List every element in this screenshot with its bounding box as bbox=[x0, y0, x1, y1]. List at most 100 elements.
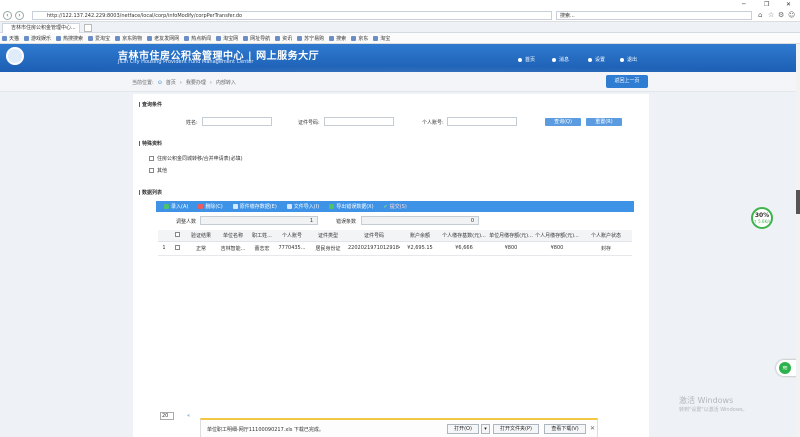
settings-icon bbox=[588, 57, 592, 62]
minimize-icon[interactable]: ─ bbox=[742, 1, 746, 8]
pagination: 20 « bbox=[160, 412, 190, 420]
back-button[interactable]: 返回上一页 bbox=[606, 75, 648, 88]
download-message: 单位职工明细-网厅11100090217.xls 下载已完成。 bbox=[207, 427, 324, 433]
browser-search-input[interactable]: 搜索... bbox=[556, 11, 752, 20]
favorite-item[interactable]: 游戏娱乐 bbox=[24, 35, 51, 42]
cell-account-status: 封存 bbox=[580, 241, 632, 256]
favorite-item[interactable]: 天猫 bbox=[2, 35, 19, 42]
maximize-icon[interactable]: ❐ bbox=[764, 1, 769, 8]
favorite-item[interactable]: 京东 bbox=[351, 35, 368, 42]
table-icon bbox=[232, 204, 238, 209]
url-input[interactable]: http://122.137.242.229:8003/netface/loca… bbox=[32, 11, 552, 20]
content-panel bbox=[133, 94, 649, 437]
windows-activation-hint: 转到"设置"以激活 Windows。 bbox=[679, 407, 748, 413]
close-download-icon[interactable]: ✕ bbox=[590, 425, 595, 432]
material-item[interactable]: 住房公积金同城转移/合并申请表(必填) bbox=[149, 155, 243, 162]
table-row[interactable]: 1 正常 吉林智能... 蕾志宏 7770435... 居民身份证 220202… bbox=[158, 241, 632, 256]
cell-employee-name: 蕾志宏 bbox=[248, 241, 276, 256]
open-folder-button[interactable]: 打开文件夹(P) bbox=[493, 424, 539, 434]
favorite-item[interactable]: 淘宝网 bbox=[216, 35, 238, 42]
open-button[interactable]: 打开(O) bbox=[447, 424, 479, 434]
material-checkbox[interactable] bbox=[149, 168, 154, 173]
favorite-item[interactable]: 淘宝 bbox=[373, 35, 390, 42]
favorites-star-icon[interactable]: ☆ bbox=[768, 11, 774, 19]
home-icon[interactable]: ⌂ bbox=[758, 11, 762, 19]
search-button[interactable]: 查询(Q) bbox=[545, 118, 581, 126]
nav-settings[interactable]: 设置 bbox=[588, 56, 605, 63]
favorite-item[interactable]: 热搜搜索 bbox=[56, 35, 83, 42]
location-icon: ⊙ bbox=[157, 79, 162, 86]
cell-base: ¥6,666 bbox=[440, 241, 488, 256]
favorite-item[interactable]: 老友发网网 bbox=[147, 35, 179, 42]
bookmark-icon bbox=[24, 35, 30, 41]
first-page-icon[interactable]: « bbox=[187, 413, 190, 419]
column-header[interactable]: 账户余额 bbox=[400, 230, 440, 242]
favorite-item[interactable]: 京东购物 bbox=[115, 35, 142, 42]
column-header-select[interactable] bbox=[170, 230, 184, 242]
column-header[interactable]: 证件类型 bbox=[308, 230, 348, 242]
new-tab-icon[interactable] bbox=[84, 24, 92, 32]
delete-button[interactable]: 删除(C) bbox=[198, 203, 223, 210]
message-icon bbox=[552, 57, 556, 62]
page-size-select[interactable]: 20 bbox=[160, 412, 174, 420]
reset-button[interactable]: 重置(R) bbox=[586, 118, 622, 126]
breadcrumb-home[interactable]: 首页 bbox=[166, 79, 176, 86]
original-data-button[interactable]: 原件缴存数据(E) bbox=[232, 203, 277, 210]
favorite-item[interactable]: 资讯 bbox=[275, 35, 292, 42]
id-number-label: 证件号码: bbox=[298, 120, 320, 126]
materials-section-title: 特殊资料 bbox=[139, 140, 162, 147]
name-input[interactable] bbox=[202, 117, 272, 126]
download-notification-bar: 单位职工明细-网厅11100090217.xls 下载已完成。 打开(O) ▾ … bbox=[200, 418, 598, 437]
column-header[interactable]: 验证结果 bbox=[184, 230, 218, 242]
network-speed-widget[interactable]: 30% ↑ 5.6K/s bbox=[751, 207, 773, 229]
row-select[interactable] bbox=[170, 241, 184, 256]
nav-messages[interactable]: 消息 bbox=[552, 56, 569, 63]
bookmark-icon bbox=[184, 35, 190, 41]
column-header[interactable]: 个人缴存基数(元)... bbox=[440, 230, 488, 242]
scrollbar-thumb[interactable] bbox=[796, 190, 800, 214]
smiley-icon[interactable]: ☺ bbox=[788, 11, 795, 19]
close-icon[interactable]: ✕ bbox=[786, 1, 791, 8]
favorite-item[interactable]: 爱淘宝 bbox=[88, 35, 110, 42]
browser-tab[interactable]: 吉林市住房公积金管理中心... bbox=[2, 23, 80, 33]
column-header[interactable]: 个人月缴存额(元)... bbox=[534, 230, 580, 242]
file-import-button[interactable]: 文件导入(I) bbox=[286, 203, 319, 210]
column-header bbox=[158, 230, 170, 242]
column-header[interactable]: 个人账户状态 bbox=[580, 230, 632, 242]
back-icon[interactable]: ‹ bbox=[3, 11, 12, 20]
favorite-item[interactable]: 搜索 bbox=[329, 35, 346, 42]
export-errors-button[interactable]: 导出错误数据(X) bbox=[329, 203, 374, 210]
material-checkbox[interactable] bbox=[149, 156, 154, 161]
cell-id-type: 居民身份证 bbox=[308, 241, 348, 256]
account-input[interactable] bbox=[447, 117, 517, 126]
id-number-input[interactable] bbox=[324, 117, 394, 126]
favorite-item[interactable]: 苏宁易购 bbox=[297, 35, 324, 42]
breadcrumb-apply[interactable]: 我要办理 bbox=[186, 79, 206, 86]
view-downloads-button[interactable]: 查看下载(V) bbox=[544, 424, 586, 434]
window-titlebar: ─ ❐ ✕ bbox=[0, 0, 800, 9]
cell-unit-name: 吉林智能... bbox=[218, 241, 248, 256]
account-label: 个人账号: bbox=[422, 120, 444, 126]
nav-logout[interactable]: 退出 bbox=[620, 56, 637, 63]
column-header[interactable]: 个人账号 bbox=[276, 230, 308, 242]
favorite-item[interactable]: 热点新闻 bbox=[184, 35, 211, 42]
nav-home[interactable]: 首页 bbox=[518, 56, 535, 63]
add-button[interactable]: 录入(A) bbox=[164, 203, 188, 210]
open-dropdown-icon[interactable]: ▾ bbox=[481, 424, 490, 434]
submit-button[interactable]: ✔ 提交(S) bbox=[383, 203, 407, 211]
row-checkbox[interactable] bbox=[174, 244, 180, 250]
check-icon: ✔ bbox=[383, 203, 388, 210]
forward-icon[interactable]: › bbox=[15, 11, 24, 20]
column-header[interactable]: 职工姓... bbox=[248, 230, 276, 242]
breadcrumb: 当前位置: ⊙ 首页 › 我要办理 › 内部转入 bbox=[132, 79, 236, 87]
settings-gear-icon[interactable]: ⚙ bbox=[778, 11, 784, 19]
column-header[interactable]: 单位名称 bbox=[218, 230, 248, 242]
select-all-checkbox[interactable] bbox=[174, 231, 180, 237]
column-header[interactable]: 证件号码 bbox=[348, 230, 400, 242]
material-item[interactable]: 其他 bbox=[149, 167, 167, 174]
tab-bar: 吉林市住房公积金管理中心... bbox=[0, 22, 800, 33]
column-header[interactable]: 单位月缴存额(元)... bbox=[488, 230, 534, 242]
favorite-item[interactable]: 网址导航 bbox=[243, 35, 270, 42]
query-section-title: 查询条件 bbox=[139, 101, 162, 108]
page-scrollbar[interactable] bbox=[796, 44, 800, 437]
